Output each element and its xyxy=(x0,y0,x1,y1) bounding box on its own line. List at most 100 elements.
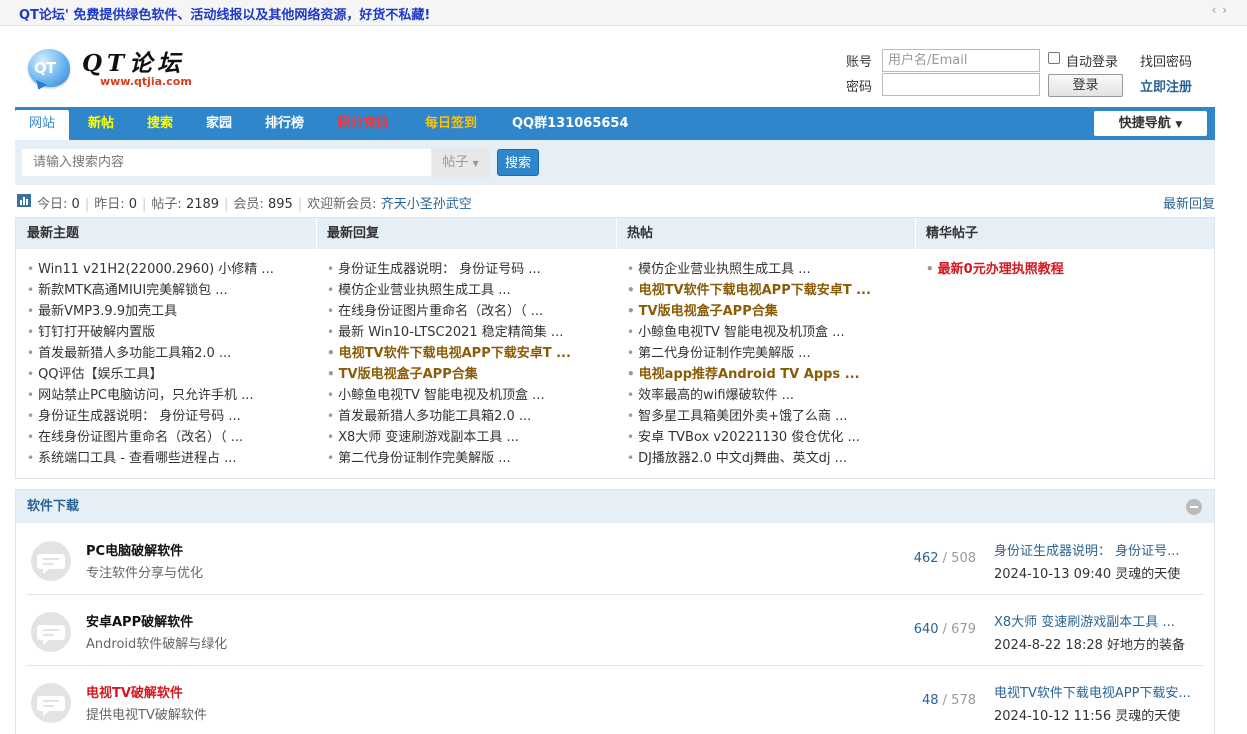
logo-name: QT论坛 xyxy=(82,50,186,77)
list-item[interactable]: 第二代身份证制作完美解版 ... xyxy=(327,448,571,469)
notice-link[interactable]: QT论坛' 免费提供绿色软件、活动线报以及其他网络资源，好货不私藏! xyxy=(19,4,430,23)
nav-item-website[interactable]: 网站 xyxy=(15,110,70,140)
list-item[interactable]: 第二代身份证制作完美解版 ... xyxy=(627,343,871,364)
forum-bubble-icon xyxy=(31,683,71,723)
list-item[interactable]: 电视app推荐Android TV Apps ... xyxy=(627,364,871,385)
list-item[interactable]: 小鲸鱼电视TV 智能电视及机顶盒 ... xyxy=(327,385,571,406)
list-item[interactable]: 最新VMP3.9.9加壳工具 xyxy=(27,301,274,322)
last-post: X8大师 变速刷游戏副本工具 ... 2024-8-22 18:28 好地方的装备 xyxy=(994,611,1209,653)
nav-item-search[interactable]: 搜索 xyxy=(147,107,173,140)
thread-count: 48 xyxy=(921,693,939,708)
list-item[interactable]: 首发最新猎人多功能工具箱2.0 ... xyxy=(27,343,274,364)
list-item[interactable]: 身份证生成器说明： 身份证号码 ... xyxy=(327,259,571,280)
list-item[interactable]: 模仿企业营业执照生成工具 ... xyxy=(327,280,571,301)
list-item[interactable]: 模仿企业营业执照生成工具 ... xyxy=(627,259,871,280)
list-item[interactable]: 最新0元办理执照教程 xyxy=(926,259,1064,280)
latest-reply-link[interactable]: 最新回复 xyxy=(1163,193,1215,212)
list-item[interactable]: 电视TV软件下载电视APP下载安卓T ... xyxy=(627,280,871,301)
today-count: 0 xyxy=(71,197,80,212)
forum-bubble-icon xyxy=(31,612,71,652)
today-label: 今日: xyxy=(37,197,68,212)
search-button[interactable]: 搜索 xyxy=(497,149,539,176)
list-item[interactable]: TV版电视盒子APP合集 xyxy=(627,301,871,322)
nav-item-new-posts[interactable]: 新帖 xyxy=(88,107,114,140)
bar-chart-icon xyxy=(17,194,31,207)
last-post-title[interactable]: 电视TV软件下载电视APP下载安... xyxy=(994,682,1209,701)
quick-nav-button[interactable]: 快捷导航 ▼ xyxy=(1094,111,1207,136)
nav-item-points-recharge[interactable]: 积分充值 xyxy=(337,107,389,140)
notice-nav-arrows-icon[interactable]: ‹ › xyxy=(1212,3,1228,17)
list-item[interactable]: 在线身份证图片重命名（改名）（ ... xyxy=(327,301,571,322)
list-item[interactable]: 网站禁止PC电脑访问，只允许手机 ... xyxy=(27,385,274,406)
latest-topics-list: Win11 v21H2(22000.2960) 小修精 ...新款MTK高通MI… xyxy=(27,259,274,469)
collapse-minus-icon[interactable] xyxy=(1186,499,1202,515)
column-title-latest-replies: 最新回复 xyxy=(327,226,380,241)
yesterday-count: 0 xyxy=(128,197,138,212)
list-item[interactable]: 新款MTK高通MIUI完美解锁包 ... xyxy=(27,280,274,301)
list-item[interactable]: QQ评估【娱乐工具】 xyxy=(27,364,274,385)
search-bar: 帖子 ▼ 搜索 xyxy=(15,140,1215,185)
logo-bubble-text: QT xyxy=(34,59,56,77)
portal-four-columns: 最新主题 最新回复 热帖 精华帖子 Win11 v21H2(22000.2960… xyxy=(15,217,1215,479)
list-item[interactable]: 首发最新猎人多功能工具箱2.0 ... xyxy=(327,406,571,427)
list-item[interactable]: 电视TV软件下载电视APP下载安卓T ... xyxy=(327,343,571,364)
posts-label: 帖子: xyxy=(151,197,182,212)
post-count: 578 xyxy=(951,693,976,708)
featured-posts-list: 最新0元办理执照教程 xyxy=(926,259,1064,280)
members-label: 会员: xyxy=(233,197,264,212)
forum-name[interactable]: 电视TV破解软件 xyxy=(86,682,183,701)
caret-down-icon: ▼ xyxy=(472,159,479,168)
list-item[interactable]: X8大师 变速刷游戏副本工具 ... xyxy=(327,427,571,448)
search-type-select[interactable]: 帖子 ▼ xyxy=(432,148,489,177)
list-item[interactable]: Win11 v21H2(22000.2960) 小修精 ... xyxy=(27,259,274,280)
password-input[interactable] xyxy=(882,73,1040,96)
site-logo[interactable]: QT QT论坛 www.qtjia.com xyxy=(26,44,211,94)
thread-count: 462 xyxy=(913,551,939,566)
list-item[interactable]: 小鲸鱼电视TV 智能电视及机顶盒 ... xyxy=(627,322,871,343)
list-item[interactable]: DJ播放器2.0 中文dj舞曲、英文dj ... xyxy=(627,448,871,469)
list-item[interactable]: 效率最高的wifi爆破软件 ... xyxy=(627,385,871,406)
list-item[interactable]: 钉钉打开破解内置版 xyxy=(27,322,274,343)
hot-posts-list: 模仿企业营业执照生成工具 ...电视TV软件下载电视APP下载安卓T ...TV… xyxy=(627,259,871,469)
login-button[interactable]: 登录 xyxy=(1048,74,1123,97)
post-count: 508 xyxy=(951,551,976,566)
list-item[interactable]: 最新 Win10-LTSC2021 稳定精简集 ... xyxy=(327,322,571,343)
column-title-latest-topics: 最新主题 xyxy=(27,226,80,241)
auto-login-label[interactable]: 自动登录 xyxy=(1066,51,1118,70)
forum-row: 安卓APP破解软件 Android软件破解与绿化 640 / 679 X8大师 变速刷… xyxy=(16,595,1214,666)
forum-row: 电视TV破解软件 提供电视TV破解软件 48 / 578 电视TV软件下载电视APP下… xyxy=(16,666,1214,734)
forum-counts: 640 / 679 xyxy=(913,622,976,637)
forum-row: PC电脑破解软件 专注软件分享与优化 462 / 508 身份证生成器说明： 身份证号… xyxy=(16,524,1214,595)
list-item[interactable]: 智多星工具箱美团外卖+饿了么商 ... xyxy=(627,406,871,427)
category-header: 软件下载 xyxy=(16,490,1214,523)
top-notice-bar: QT论坛' 免费提供绿色软件、活动线报以及其他网络资源，好货不私藏! ‹ › xyxy=(0,0,1247,26)
list-item[interactable]: 安卓 TVBox v20221130 俊仓优化 ... xyxy=(627,427,871,448)
auto-login-checkbox[interactable] xyxy=(1048,52,1060,64)
forum-bubble-icon xyxy=(31,541,71,581)
nav-item-daily-checkin[interactable]: 每日签到 xyxy=(425,107,477,140)
yesterday-label: 昨日: xyxy=(94,197,125,212)
forum-description: 提供电视TV破解软件 xyxy=(86,708,207,723)
last-post-title[interactable]: X8大师 变速刷游戏副本工具 ... xyxy=(994,611,1209,630)
forum-name[interactable]: 安卓APP破解软件 xyxy=(86,611,193,630)
nav-item-ranking[interactable]: 排行榜 xyxy=(265,107,304,140)
list-item[interactable]: TV版电视盒子APP合集 xyxy=(327,364,571,385)
forum-name[interactable]: PC电脑破解软件 xyxy=(86,540,183,559)
list-item[interactable]: 身份证生成器说明： 身份证号码 ... xyxy=(27,406,274,427)
search-type-label: 帖子 xyxy=(442,155,469,170)
column-title-hot-posts: 热帖 xyxy=(627,226,654,241)
register-link[interactable]: 立即注册 xyxy=(1140,76,1192,95)
forum-category-software: 软件下载 PC电脑破解软件 专注软件分享与优化 462 / 508 身份证生成器说明：… xyxy=(15,489,1215,734)
username-input[interactable] xyxy=(882,49,1040,72)
forgot-password-link[interactable]: 找回密码 xyxy=(1140,51,1192,70)
logo-url: www.qtjia.com xyxy=(100,75,192,88)
category-title[interactable]: 软件下载 xyxy=(27,490,79,523)
list-item[interactable]: 系统端口工具 - 查看哪些进程占 ... xyxy=(27,448,274,469)
nav-item-home[interactable]: 家园 xyxy=(206,107,232,140)
new-member-link[interactable]: 齐天小圣孙武空 xyxy=(381,197,472,212)
column-title-featured: 精华帖子 xyxy=(926,226,979,241)
nav-item-qq-group[interactable]: QQ群131065654 xyxy=(512,107,629,140)
search-input[interactable] xyxy=(21,148,432,177)
last-post-title[interactable]: 身份证生成器说明： 身份证号... xyxy=(994,540,1209,559)
list-item[interactable]: 在线身份证图片重命名（改名）（ ... xyxy=(27,427,274,448)
